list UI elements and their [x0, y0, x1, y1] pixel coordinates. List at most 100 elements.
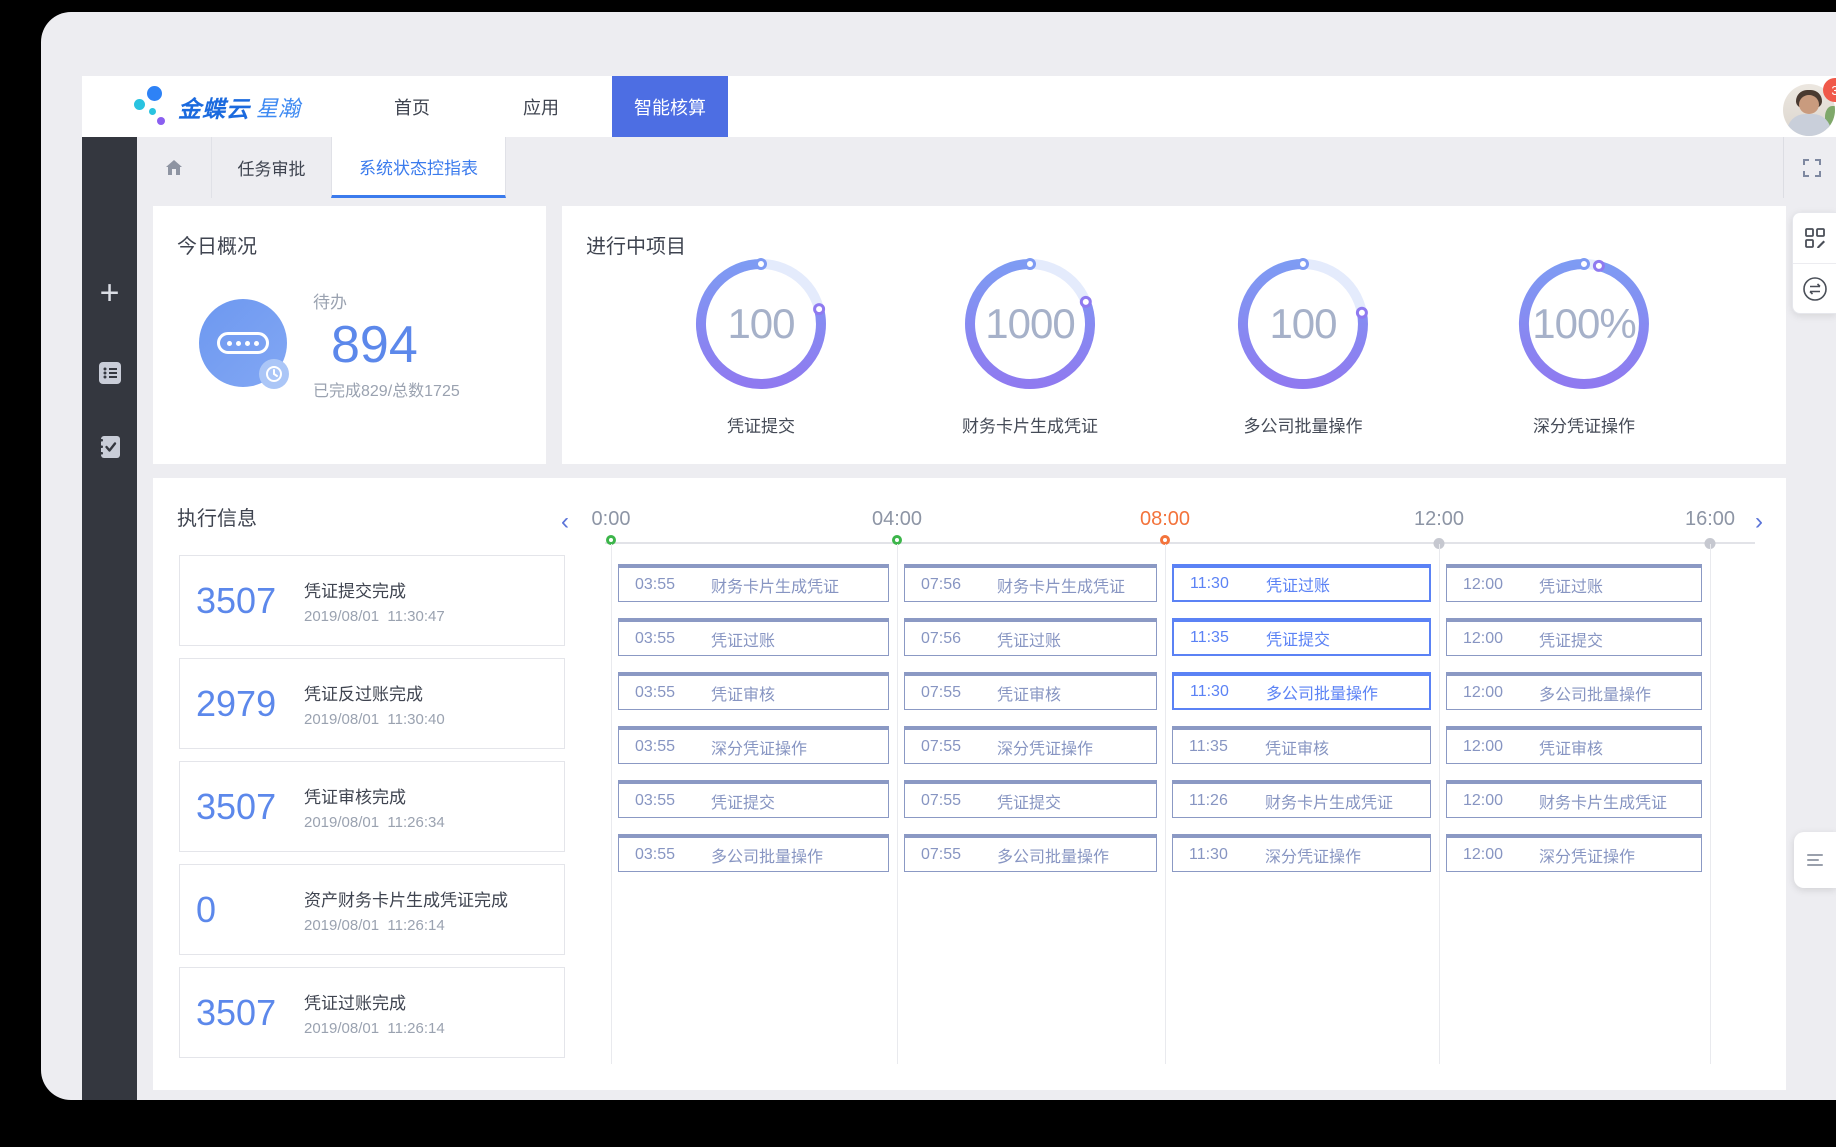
event-label: 凭证提交 [1266, 626, 1330, 650]
ongoing-projects-card: 进行中项目 100凭证提交1000财务卡片生成凭证100多公司批量操作100%深… [562, 206, 1786, 464]
execution-card-title: 执行信息 [177, 502, 257, 531]
timeline-event[interactable]: 07:55凭证提交 [904, 780, 1157, 818]
event-label: 深分凭证操作 [1265, 843, 1361, 867]
app-header: 金蝶云 星瀚 首页应用智能核算 3 [82, 76, 1836, 137]
event-label: 凭证过账 [997, 627, 1061, 651]
timeline-event[interactable]: 03:55凭证过账 [618, 618, 889, 656]
timeline-tick-16:00: 16:00 [1650, 508, 1770, 531]
event-label: 多公司批量操作 [1266, 680, 1378, 704]
stat-value: 3507 [196, 580, 304, 622]
event-label: 多公司批量操作 [997, 843, 1109, 867]
timeline-event[interactable]: 07:55深分凭证操作 [904, 726, 1157, 764]
timeline-separator [897, 544, 898, 1064]
timeline-event[interactable]: 11:35凭证审核 [1172, 726, 1431, 764]
event-label: 财务卡片生成凭证 [711, 573, 839, 597]
event-label: 凭证提交 [1539, 627, 1603, 651]
tab-1[interactable]: 任务审批 [211, 137, 331, 198]
timeline-event[interactable]: 03:55多公司批量操作 [618, 834, 889, 872]
layout-edit-button[interactable] [1793, 213, 1836, 263]
app-window: 金蝶云 星瀚 首页应用智能核算 3 任务审批系统状态控指表 + [41, 12, 1836, 1100]
stat-card-3: 3507凭证审核完成2019/08/01 11:26:34 [179, 761, 565, 852]
event-label: 凭证审核 [1539, 735, 1603, 759]
home-icon [164, 158, 184, 178]
timeline-event[interactable]: 11:26财务卡片生成凭证 [1172, 780, 1431, 818]
todo-label: 待办 [313, 288, 460, 313]
timeline-event[interactable]: 07:55凭证审核 [904, 672, 1157, 710]
event-label: 多公司批量操作 [1539, 681, 1651, 705]
event-time: 03:55 [635, 630, 711, 648]
event-label: 凭证过账 [1266, 572, 1330, 596]
stat-value: 2979 [196, 683, 304, 725]
gauge-3: 100多公司批量操作 [1223, 244, 1383, 444]
timeline-event[interactable]: 12:00凭证过账 [1446, 564, 1702, 602]
gauge-label: 凭证提交 [661, 412, 861, 437]
timeline-event[interactable]: 11:30凭证过账 [1172, 564, 1431, 602]
task-list-button[interactable] [82, 349, 137, 397]
gauge-4: 100%深分凭证操作 [1504, 244, 1664, 444]
timeline-separator [1710, 544, 1711, 1064]
plus-icon: + [100, 274, 120, 313]
timeline-event[interactable]: 12:00凭证审核 [1446, 726, 1702, 764]
stat-card-4: 0资产财务卡片生成凭证完成 2019/08/01 11:26:14 [179, 864, 565, 955]
event-label: 凭证过账 [1539, 573, 1603, 597]
timeline-tick-04:00: 04:00 [837, 508, 957, 531]
event-time: 12:00 [1463, 576, 1539, 594]
stat-label: 资产财务卡片生成凭证完成 [304, 886, 508, 911]
notebook-check-icon [97, 434, 123, 460]
event-label: 深分凭证操作 [1539, 843, 1635, 867]
timeline-event[interactable]: 12:00凭证提交 [1446, 618, 1702, 656]
fullscreen-button[interactable] [1783, 137, 1824, 198]
tab-2[interactable]: 系统状态控指表 [331, 137, 506, 198]
event-time: 11:30 [1190, 683, 1266, 701]
event-time: 11:26 [1189, 792, 1265, 810]
gauge-label: 深分凭证操作 [1484, 412, 1684, 437]
nav-item-3[interactable]: 智能核算 [612, 76, 728, 137]
timeline-event[interactable]: 12:00财务卡片生成凭证 [1446, 780, 1702, 818]
nav-item-2[interactable]: 应用 [501, 76, 581, 137]
fullscreen-icon [1800, 156, 1824, 180]
gauge-value: 100 [1223, 244, 1383, 404]
timeline-event[interactable]: 03:55深分凭证操作 [618, 726, 889, 764]
timeline-event[interactable]: 11:30多公司批量操作 [1172, 672, 1431, 710]
timeline-event[interactable]: 12:00多公司批量操作 [1446, 672, 1702, 710]
timeline-event[interactable]: 03:55财务卡片生成凭证 [618, 564, 889, 602]
stat-card-2: 2979凭证反过账完成2019/08/01 11:30:40 [179, 658, 565, 749]
stat-text: 凭证审核完成2019/08/01 11:26:34 [304, 783, 445, 831]
add-button[interactable]: + [82, 269, 137, 317]
stat-text: 资产财务卡片生成凭证完成 2019/08/01 11:26:14 [304, 886, 508, 934]
side-menu-button[interactable] [1794, 832, 1836, 888]
timeline-separator [611, 544, 612, 1064]
event-time: 11:30 [1190, 575, 1266, 593]
timeline-event[interactable]: 07:56财务卡片生成凭证 [904, 564, 1157, 602]
timeline-tick-08:00: 08:00 [1105, 508, 1225, 531]
layout-edit-icon [1803, 226, 1827, 250]
swap-button[interactable] [1793, 263, 1836, 313]
timeline-event[interactable]: 03:55凭证提交 [618, 780, 889, 818]
timeline-event[interactable]: 07:55多公司批量操作 [904, 834, 1157, 872]
timeline-event[interactable]: 11:35凭证提交 [1172, 618, 1431, 656]
stat-label: 凭证提交完成 [304, 577, 445, 602]
stat-value: 0 [196, 889, 304, 931]
timeline-column-1: 03:55财务卡片生成凭证03:55凭证过账03:55凭证审核03:55深分凭证… [618, 564, 889, 888]
stat-text: 凭证反过账完成2019/08/01 11:30:40 [304, 680, 445, 728]
approval-notebook-button[interactable] [82, 423, 137, 471]
event-label: 凭证审核 [1265, 735, 1329, 759]
event-time: 03:55 [635, 792, 711, 810]
event-time: 12:00 [1463, 684, 1539, 702]
nav-item-1[interactable]: 首页 [372, 76, 452, 137]
event-label: 多公司批量操作 [711, 843, 823, 867]
timeline-event[interactable]: 11:30深分凭证操作 [1172, 834, 1431, 872]
timeline-column-4: 12:00凭证过账12:00凭证提交12:00多公司批量操作12:00凭证审核1… [1446, 564, 1702, 888]
stat-timestamp: 2019/08/01 11:26:14 [304, 917, 508, 934]
timeline-event[interactable]: 03:55凭证审核 [618, 672, 889, 710]
event-time: 07:55 [921, 846, 997, 864]
event-label: 凭证提交 [711, 789, 775, 813]
app-logo[interactable]: 金蝶云 星瀚 [134, 76, 300, 137]
tab-home[interactable] [137, 137, 211, 198]
event-label: 凭证审核 [711, 681, 775, 705]
timeline-event[interactable]: 07:56凭证过账 [904, 618, 1157, 656]
gauge-2: 1000财务卡片生成凭证 [950, 244, 1110, 444]
right-tool-panel [1792, 212, 1836, 314]
timeline-event[interactable]: 12:00深分凭证操作 [1446, 834, 1702, 872]
stat-timestamp: 2019/08/01 11:30:47 [304, 608, 445, 625]
